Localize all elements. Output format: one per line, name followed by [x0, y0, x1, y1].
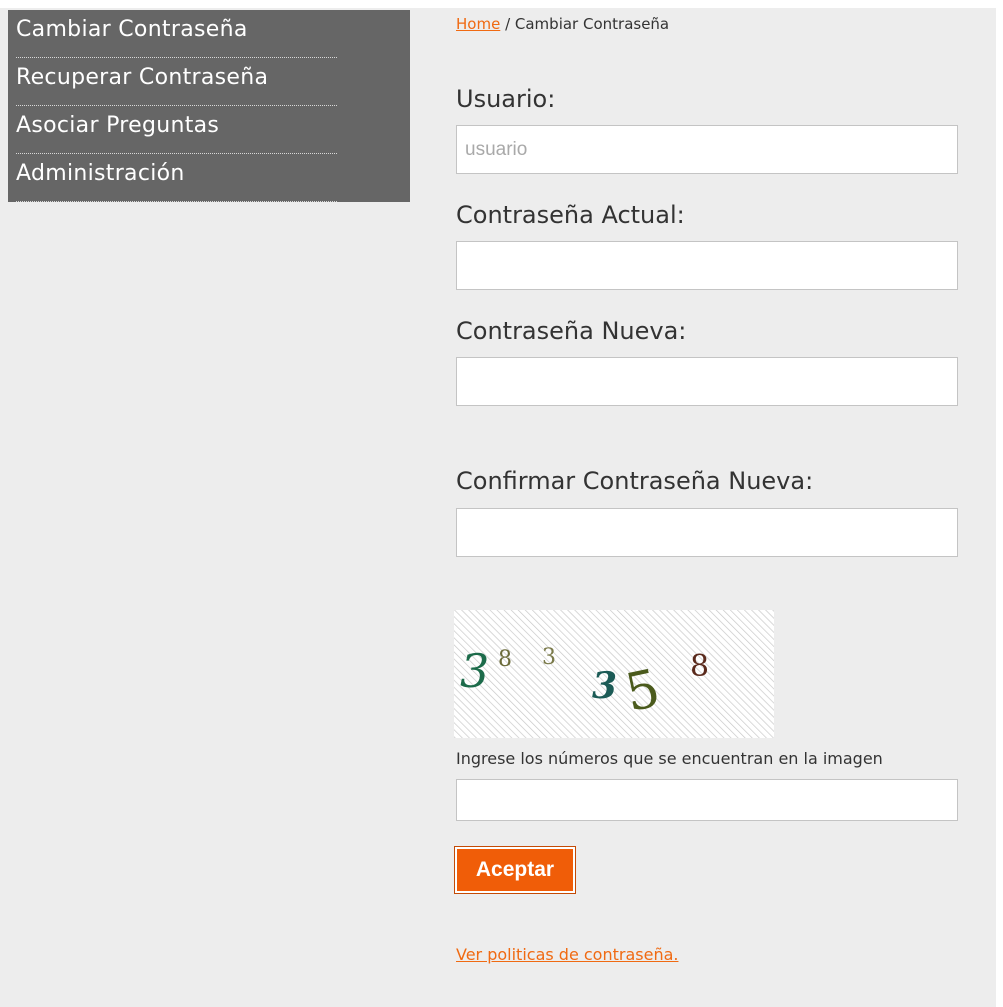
user-input[interactable] — [456, 125, 958, 174]
confirm-password-input[interactable] — [456, 508, 958, 557]
breadcrumb-current: Cambiar Contraseña — [514, 15, 670, 33]
confirm-password-label: Confirmar Contraseña Nueva: — [456, 467, 814, 495]
sidebar-menu: Cambiar Contraseña Recuperar Contraseña … — [8, 10, 410, 202]
captcha-digit: 3 — [542, 645, 556, 670]
captcha-digit: 8 — [498, 647, 512, 672]
captcha-digit: 3 — [460, 644, 489, 698]
captcha-image: 3 8 3 3 5 8 — [454, 610, 774, 738]
new-password-input[interactable] — [456, 357, 958, 406]
user-label: Usuario: — [456, 85, 556, 113]
sidebar-item-recuperar-contrasena[interactable]: Recuperar Contraseña — [8, 58, 410, 106]
breadcrumb-separator: / — [500, 15, 515, 33]
accept-button[interactable]: Aceptar — [454, 846, 576, 894]
sidebar-item-cambiar-contrasena[interactable]: Cambiar Contraseña — [8, 10, 410, 58]
breadcrumb-home-link[interactable]: Home — [456, 15, 500, 33]
sidebar-item-asociar-preguntas[interactable]: Asociar Preguntas — [8, 106, 410, 154]
captcha-input[interactable] — [456, 779, 958, 821]
captcha-digit: 8 — [690, 649, 709, 684]
sidebar-item-administracion[interactable]: Administración — [8, 154, 410, 202]
captcha-digit: 3 — [592, 665, 617, 707]
new-password-label: Contraseña Nueva: — [456, 317, 687, 345]
password-policy-link[interactable]: Ver politicas de contraseña. — [456, 945, 678, 964]
breadcrumb: Home / Cambiar Contraseña — [456, 15, 669, 33]
current-password-label: Contraseña Actual: — [456, 201, 685, 229]
current-password-input[interactable] — [456, 241, 958, 290]
captcha-hint: Ingrese los números que se encuentran en… — [456, 749, 883, 768]
